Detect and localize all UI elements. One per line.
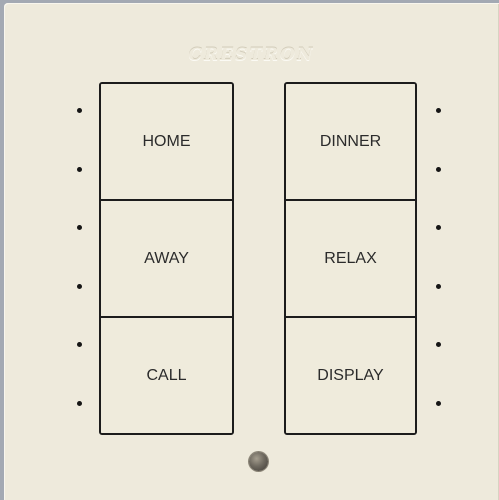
home-button[interactable]: HOME — [101, 84, 232, 201]
call-bottom-led-icon — [77, 401, 82, 406]
ambient-light-sensor-icon — [249, 452, 268, 471]
display-button[interactable]: DISPLAY — [286, 318, 415, 433]
call-button[interactable]: CALL — [101, 318, 232, 433]
home-top-led-icon — [77, 108, 82, 113]
home-bottom-led-icon — [77, 167, 82, 172]
away-top-led-icon — [77, 225, 82, 230]
dinner-button[interactable]: DINNER — [286, 84, 415, 201]
dinner-top-led-icon — [436, 108, 441, 113]
relax-button-label: RELAX — [324, 249, 377, 267]
relax-top-led-icon — [436, 225, 441, 230]
left-button-column: HOME AWAY CALL — [99, 82, 234, 435]
dinner-bottom-led-icon — [436, 167, 441, 172]
keypad-faceplate: CRESTRON — [4, 3, 499, 500]
dinner-button-label: DINNER — [319, 132, 382, 150]
right-button-column: DINNER RELAX DISPLAY — [284, 82, 417, 435]
display-bottom-led-icon — [436, 401, 441, 406]
relax-bottom-led-icon — [436, 284, 441, 289]
call-button-label: CALL — [146, 366, 187, 384]
call-top-led-icon — [77, 342, 82, 347]
display-top-led-icon — [436, 342, 441, 347]
crestron-logo: CRESTRON — [188, 45, 315, 65]
display-button-label: DISPLAY — [317, 366, 384, 384]
home-button-label: HOME — [142, 132, 191, 150]
away-button[interactable]: AWAY — [101, 201, 232, 318]
away-button-label: AWAY — [144, 249, 189, 267]
relax-button[interactable]: RELAX — [286, 201, 415, 318]
away-bottom-led-icon — [77, 284, 82, 289]
